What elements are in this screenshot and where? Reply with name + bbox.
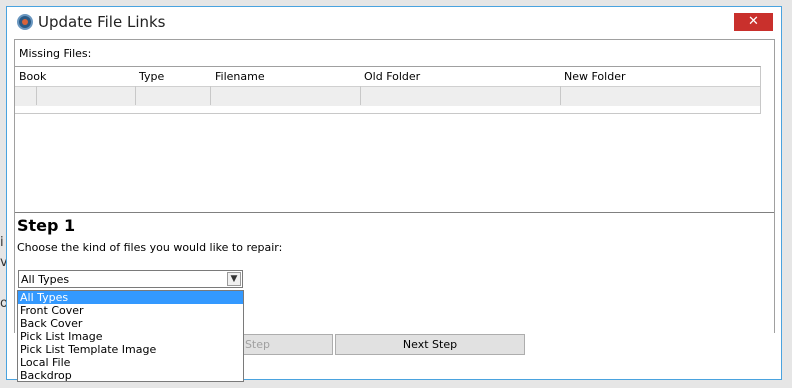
chevron-down-icon[interactable]: ▼ — [227, 272, 241, 286]
title-bar: Update File Links ✕ — [7, 7, 781, 37]
missing-files-panel: Missing Files: Book Type Filename Old Fo… — [14, 39, 775, 333]
dropdown-option-front-cover[interactable]: Front Cover — [18, 304, 243, 317]
app-logo-icon — [17, 14, 33, 30]
column-header-filename[interactable]: Filename — [215, 70, 265, 83]
dropdown-option-all-types[interactable]: All Types — [18, 291, 243, 304]
column-header-new-folder[interactable]: New Folder — [564, 70, 625, 83]
dropdown-option-back-cover[interactable]: Back Cover — [18, 317, 243, 330]
column-header-type[interactable]: Type — [139, 70, 164, 83]
dropdown-option-pick-list-image[interactable]: Pick List Image — [18, 330, 243, 343]
missing-files-table[interactable]: Book Type Filename Old Folder New Folder — [15, 66, 761, 114]
cell-divider — [36, 86, 37, 105]
dropdown-option-local-file[interactable]: Local File — [18, 356, 243, 369]
missing-files-label: Missing Files: — [19, 47, 92, 60]
file-type-select[interactable]: All Types ▼ — [18, 270, 243, 288]
step-title: Step 1 — [17, 216, 76, 235]
dropdown-option-backdrop[interactable]: Backdrop — [18, 369, 243, 382]
file-type-select-value: All Types — [21, 273, 70, 286]
cell-divider — [135, 86, 136, 105]
file-type-dropdown-list[interactable]: All Types Front Cover Back Cover Pick Li… — [17, 290, 244, 382]
step-description: Choose the kind of files you would like … — [17, 241, 283, 254]
close-button[interactable]: ✕ — [734, 13, 773, 31]
table-row[interactable] — [15, 86, 760, 106]
background-text: i — [0, 235, 4, 250]
dialog-title: Update File Links — [38, 13, 166, 31]
cell-divider — [360, 86, 361, 105]
cell-divider — [560, 86, 561, 105]
next-step-button[interactable]: Next Step — [335, 334, 525, 355]
cell-divider — [210, 86, 211, 105]
dropdown-option-pick-list-template-image[interactable]: Pick List Template Image — [18, 343, 243, 356]
column-header-old-folder[interactable]: Old Folder — [364, 70, 420, 83]
column-header-book[interactable]: Book — [19, 70, 46, 83]
